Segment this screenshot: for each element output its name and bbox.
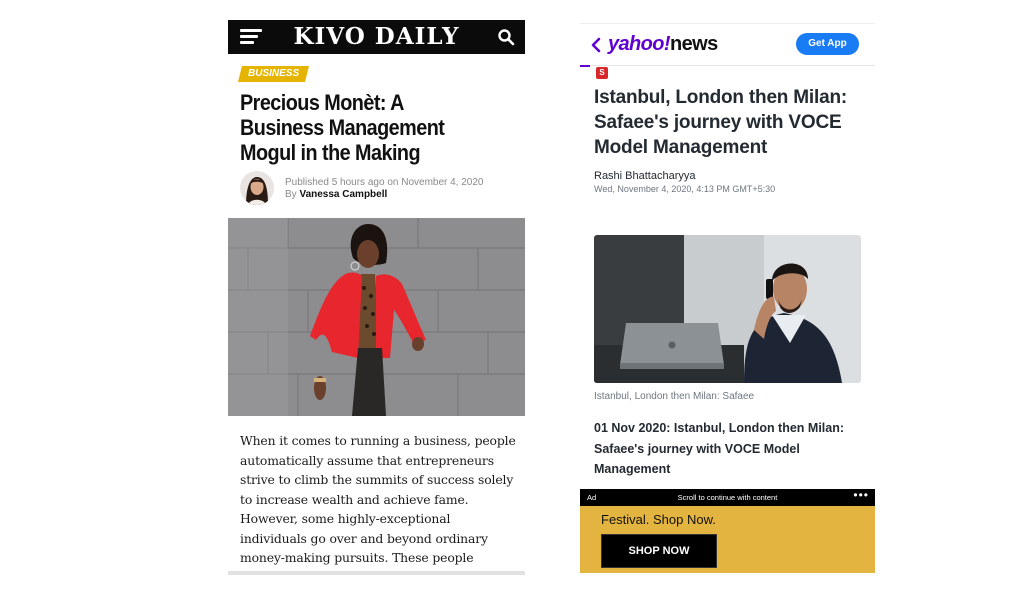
on-label: on <box>387 177 399 188</box>
more-icon[interactable]: ••• <box>853 489 869 502</box>
get-app-button[interactable]: Get App <box>796 33 859 55</box>
article-photo[interactable] <box>594 235 861 383</box>
ad-text: Festival. Shop Now. <box>601 512 716 527</box>
author-avatar[interactable] <box>240 171 274 205</box>
yahoo-news-logo[interactable]: yahoo!news <box>608 32 718 56</box>
brand-yahoo: yahoo! <box>608 33 671 55</box>
scroll-hint: Scroll to continue with content <box>677 493 778 502</box>
divider <box>228 571 525 575</box>
article-subhead: 01 Nov 2020: Istanbul, London then Milan… <box>594 421 845 476</box>
author-name[interactable]: Rashi Bhattacharyya <box>594 170 696 182</box>
publish-date: Wed, November 4, 2020, 4:13 PM GMT+5:30 <box>594 184 776 194</box>
article-body: When it comes to running a business, peo… <box>240 433 516 575</box>
kivo-daily-article: KIVO DAILY BUSINESS Precious Monèt: A Bu… <box>228 20 525 575</box>
by-label: By <box>285 189 297 200</box>
author-name[interactable]: Vanessa Campbell <box>299 189 387 200</box>
source-logo-icon[interactable]: S <box>596 67 608 79</box>
ad-bar: Ad Scroll to continue with content ••• <box>580 489 875 506</box>
accent-line <box>580 65 590 67</box>
brand-news: news <box>669 33 718 55</box>
time-ago: 5 hours ago <box>331 177 385 188</box>
ad-banner[interactable]: Festival. Shop Now. SHOP NOW <box>580 506 875 573</box>
publish-date: November 4, 2020 <box>401 177 484 188</box>
search-icon[interactable] <box>497 28 515 46</box>
app-header: yahoo!news Get App <box>580 24 875 66</box>
article-headline: Precious Monèt: A Business Management Mo… <box>240 90 445 165</box>
site-logo[interactable]: KIVO DAILY <box>228 23 525 51</box>
article-title: Istanbul, London then Milan: Safaee's jo… <box>594 87 847 158</box>
shop-now-button[interactable]: SHOP NOW <box>601 534 717 568</box>
category-label: BUSINESS <box>248 68 300 79</box>
photo-caption: Istanbul, London then Milan: Safaee <box>594 391 755 402</box>
article-meta: Published 5 hours ago on November 4, 202… <box>285 177 484 201</box>
site-header: KIVO DAILY <box>228 20 525 54</box>
category-badge[interactable]: BUSINESS <box>238 66 310 82</box>
yahoo-news-article: yahoo!news Get App S Istanbul, London th… <box>580 23 875 573</box>
hero-image <box>228 218 525 416</box>
published-label: Published <box>285 177 329 188</box>
back-chevron-icon[interactable] <box>589 36 603 54</box>
